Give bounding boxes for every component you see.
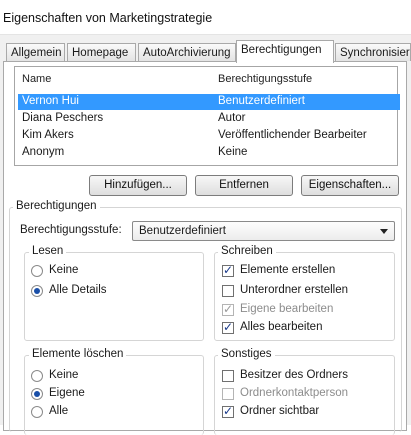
properties-dialog: Eigenschaften von Marketingstrategie All… bbox=[0, 0, 411, 435]
window-title: Eigenschaften von Marketingstrategie bbox=[3, 11, 213, 25]
folder-contact-checkbox bbox=[222, 388, 234, 400]
read-group-label: Lesen bbox=[29, 245, 67, 257]
tab-berechtigungen[interactable]: Berechtigungen bbox=[236, 40, 334, 63]
row-name: Anonym bbox=[22, 146, 65, 158]
permission-level-label: Berechtigungsstufe: bbox=[20, 224, 122, 236]
row-level: Veröffentlichender Bearbeiter bbox=[218, 129, 367, 141]
folder-contact-label: Ordnerkontaktperson bbox=[240, 387, 349, 399]
permission-level-select[interactable]: Benutzerdefiniert bbox=[132, 221, 395, 241]
properties-button[interactable]: Eigenschaften... bbox=[301, 175, 399, 196]
list-row-anonym[interactable]: Anonym Keine bbox=[18, 145, 402, 161]
edit-all-checkbox[interactable]: ✓ bbox=[222, 320, 234, 334]
edit-own-label: Eigene bearbeiten bbox=[240, 303, 334, 315]
read-all-details-radio[interactable] bbox=[31, 285, 43, 297]
edit-all-label: Alles bearbeiten bbox=[240, 321, 323, 333]
tab-homepage[interactable]: Homepage bbox=[67, 43, 136, 61]
delete-own-label: Eigene bbox=[49, 387, 85, 399]
delete-own-radio[interactable] bbox=[31, 388, 43, 400]
edit-own-checkbox: ✓ bbox=[222, 302, 234, 316]
delete-none-radio[interactable] bbox=[31, 370, 43, 382]
title-bar: Eigenschaften von Marketingstrategie bbox=[0, 0, 411, 35]
read-none-radio[interactable] bbox=[31, 265, 43, 277]
read-none-label: Keine bbox=[49, 264, 79, 276]
folder-visible-label: Ordner sichtbar bbox=[240, 405, 320, 417]
column-header-name[interactable]: Name bbox=[22, 73, 51, 85]
permission-level-value: Benutzerdefiniert bbox=[139, 225, 226, 237]
list-row-vernon-hui[interactable]: Vernon Hui Benutzerdefiniert bbox=[18, 94, 400, 110]
delete-all-radio[interactable] bbox=[31, 406, 43, 418]
folder-visible-checkbox[interactable]: ✓ bbox=[222, 404, 234, 418]
permissions-group-label: Berechtigungen bbox=[13, 200, 100, 212]
list-row-kim-akers[interactable]: Kim Akers Veröffentlichender Bearbeiter bbox=[18, 128, 402, 144]
tab-strip: Allgemein Homepage AutoArchivierung Bere… bbox=[0, 40, 411, 63]
chevron-down-icon bbox=[380, 229, 388, 234]
add-button[interactable]: Hinzufügen... bbox=[89, 175, 187, 196]
write-group-label: Schreiben bbox=[218, 245, 276, 257]
delete-all-label: Alle bbox=[49, 405, 69, 417]
delete-items-group-label: Elemente löschen bbox=[29, 348, 127, 360]
row-name: Kim Akers bbox=[22, 129, 74, 141]
row-level: Benutzerdefiniert bbox=[218, 95, 305, 107]
column-header-level[interactable]: Berechtigungsstufe bbox=[218, 73, 312, 85]
tab-autoarchivierung[interactable]: AutoArchivierung bbox=[138, 43, 236, 61]
tab-allgemein[interactable]: Allgemein bbox=[6, 43, 65, 61]
create-subfolders-checkbox[interactable] bbox=[222, 285, 234, 297]
tab-synchronisierung[interactable]: Synchronisier bbox=[335, 43, 411, 61]
create-items-checkbox[interactable]: ✓ bbox=[222, 263, 234, 277]
list-row-diana-peschers[interactable]: Diana Peschers Autor bbox=[18, 111, 402, 127]
create-subfolders-label: Unterordner erstellen bbox=[240, 284, 349, 296]
row-name: Diana Peschers bbox=[22, 112, 104, 124]
folder-owner-checkbox[interactable] bbox=[222, 370, 234, 382]
delete-none-label: Keine bbox=[49, 369, 79, 381]
other-group-label: Sonstiges bbox=[218, 348, 275, 360]
user-list[interactable]: Name Berechtigungsstufe Vernon Hui Benut… bbox=[14, 66, 400, 166]
remove-button[interactable]: Entfernen bbox=[195, 175, 293, 196]
row-name: Vernon Hui bbox=[22, 95, 79, 107]
create-items-label: Elemente erstellen bbox=[240, 264, 336, 276]
read-all-details-label: Alle Details bbox=[49, 284, 107, 296]
row-level: Autor bbox=[218, 112, 246, 124]
folder-owner-label: Besitzer des Ordners bbox=[240, 369, 349, 381]
row-level: Keine bbox=[218, 146, 248, 158]
